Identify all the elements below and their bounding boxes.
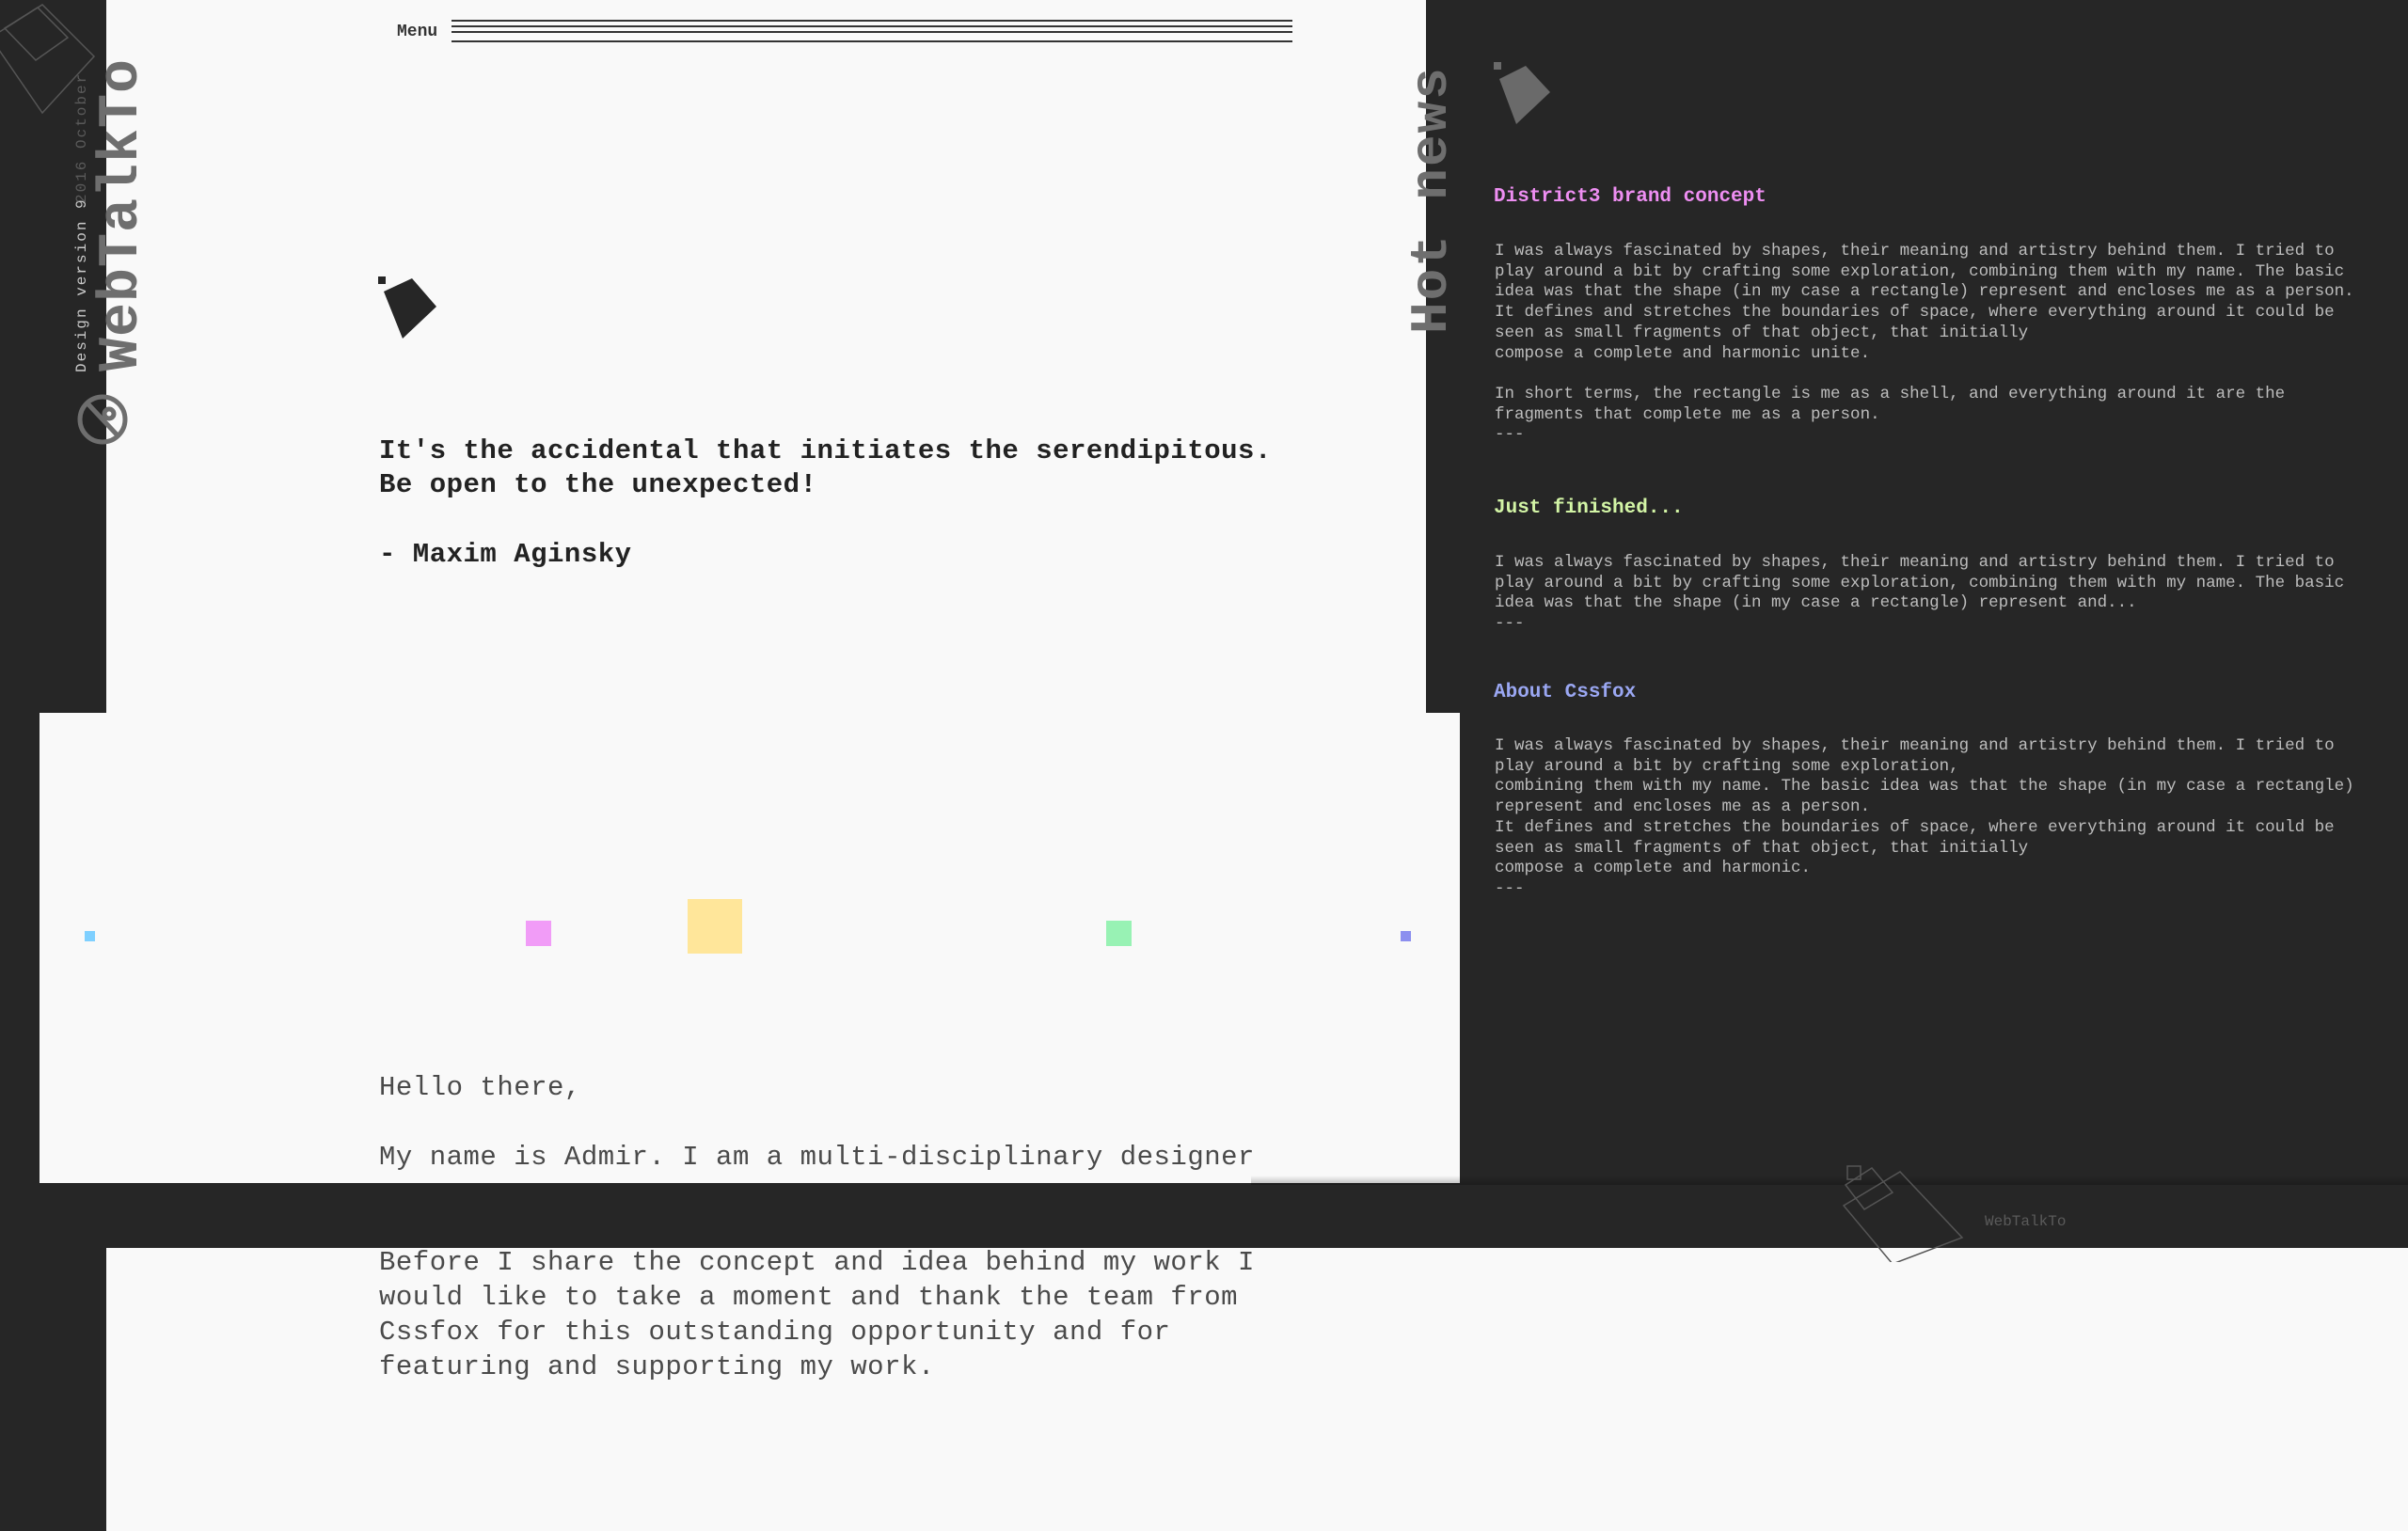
release-date: 2016 October: [73, 71, 90, 203]
news-item-heading[interactable]: Just finished...: [1494, 497, 1684, 519]
news-item-body: I was always fascinated by shapes, their…: [1495, 553, 2345, 634]
menu-lines-icon: [452, 20, 1292, 42]
logo-cube-icon: [378, 276, 436, 339]
divider-shadow: [1251, 1176, 2408, 1185]
menu-label: Menu: [397, 23, 444, 41]
menu-button[interactable]: Menu: [397, 18, 1292, 42]
avatar-icon: [77, 394, 128, 445]
intro-text: My name is Admir. I am a multi-disciplin…: [379, 1142, 1255, 1173]
greeting-text: Hello there,: [379, 1072, 581, 1103]
yellow-square: [688, 899, 742, 954]
news-item-heading[interactable]: About Cssfox: [1494, 682, 1636, 703]
thanks-text: Before I share the concept and idea behi…: [379, 1247, 1255, 1382]
news-item-body: I was always fascinated by shapes, their…: [1495, 242, 2354, 445]
design-version: Design version 9: [73, 197, 90, 372]
blue-square-left: [85, 931, 95, 941]
news-section-title: Hot news: [1402, 66, 1462, 334]
news-cube-icon: [1494, 62, 1550, 124]
main-panel-middle: [40, 713, 1460, 1183]
footer-cube-icon: [1842, 1165, 1964, 1262]
quote-text: It's the accidental that initiates the s…: [379, 435, 1272, 500]
news-item-body: I was always fascinated by shapes, their…: [1495, 736, 2354, 898]
quote-author: - Maxim Aginsky: [379, 539, 632, 570]
footer-brand[interactable]: WebTalkTo: [1985, 1213, 2066, 1230]
brand-name[interactable]: WebTalkTo: [90, 58, 154, 371]
green-square: [1106, 921, 1132, 946]
main-panel-top: [106, 0, 1426, 713]
news-item-heading[interactable]: District3 brand concept: [1494, 186, 1766, 208]
blue-square-right: [1401, 931, 1411, 941]
pink-square: [526, 921, 551, 946]
